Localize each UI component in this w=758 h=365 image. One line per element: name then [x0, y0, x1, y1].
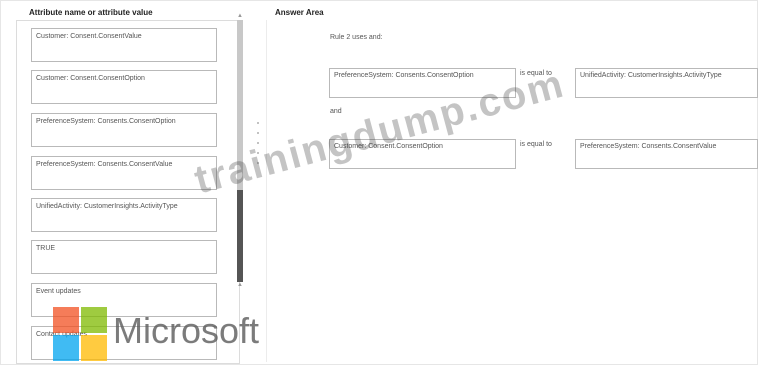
drag-item-preference-consent-value[interactable]: PreferenceSystem: Consents.ConsentValue: [31, 156, 217, 190]
scrollbar-thumb[interactable]: [237, 190, 243, 282]
drag-item-customer-consent-option[interactable]: Customer: Consent.ConsentOption: [31, 70, 217, 104]
scroll-down-arrow-icon[interactable]: ▲: [237, 282, 243, 288]
drop-target-row1-left[interactable]: PreferenceSystem: Consents.ConsentOption: [329, 68, 516, 98]
splitter-handle[interactable]: [257, 122, 260, 172]
answer-area-header: Answer Area: [275, 8, 324, 17]
and-label: and: [330, 108, 342, 115]
microsoft-wordmark: Microsoft: [113, 310, 260, 351]
rule-label: Rule 2 uses and:: [330, 34, 383, 41]
source-panel-header: Attribute name or attribute value: [29, 8, 153, 17]
operator-row2: is equal to: [520, 141, 552, 148]
microsoft-logo-icon: [53, 307, 107, 361]
drop-target-row2-left[interactable]: Customer: Consent.ConsentOption: [329, 139, 516, 169]
scrollbar-track[interactable]: [237, 20, 243, 190]
drop-target-row1-right[interactable]: UnifiedActivity: CustomerInsights.Activi…: [575, 68, 758, 98]
operator-row1: is equal to: [520, 70, 552, 77]
drag-item-true[interactable]: TRUE: [31, 240, 217, 274]
drag-item-unified-activity-type[interactable]: UnifiedActivity: CustomerInsights.Activi…: [31, 198, 217, 232]
drop-target-row2-right[interactable]: PreferenceSystem: Consents.ConsentValue: [575, 139, 758, 169]
scroll-up-arrow-icon[interactable]: ▲: [237, 13, 243, 19]
drag-item-customer-consent-value[interactable]: Customer: Consent.ConsentValue: [31, 28, 217, 62]
drag-item-preference-consent-option[interactable]: PreferenceSystem: Consents.ConsentOption: [31, 113, 217, 147]
